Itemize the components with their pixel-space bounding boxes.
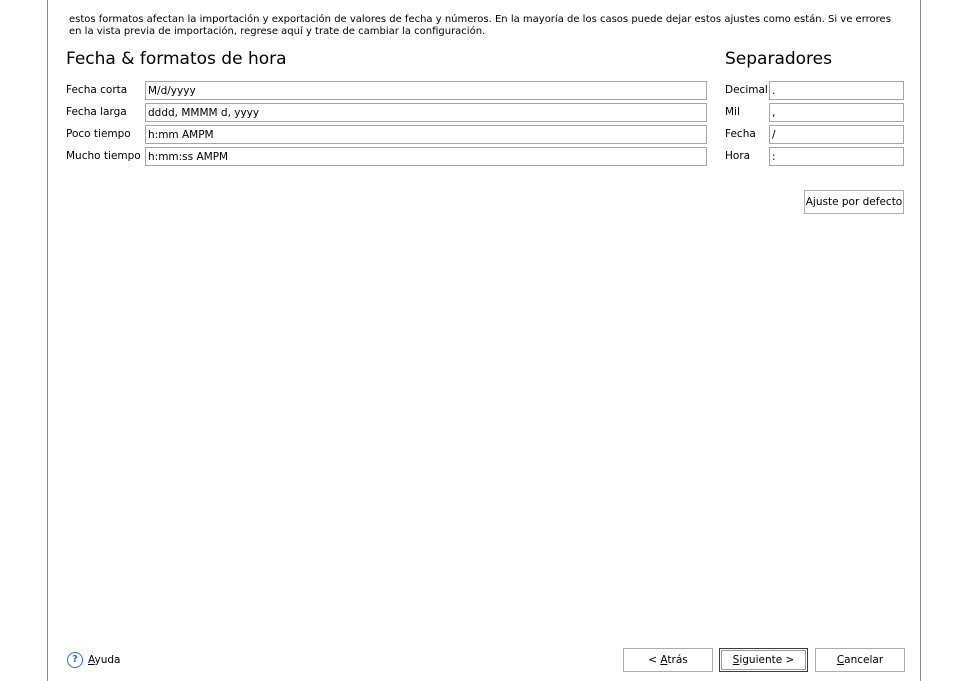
next-label: Siguiente > bbox=[732, 654, 795, 666]
date-formats-title: Fecha & formatos de hora bbox=[66, 49, 287, 69]
decimal-separator-input[interactable] bbox=[769, 81, 904, 100]
short-date-input[interactable] bbox=[145, 81, 707, 100]
decimal-separator-label: Decimal bbox=[725, 84, 768, 96]
short-time-label: Poco tiempo bbox=[66, 128, 131, 140]
separators-title: Separadores bbox=[725, 49, 832, 69]
reset-defaults-button[interactable]: Ajuste por defecto bbox=[804, 190, 904, 214]
help-link[interactable]: ? Ayuda bbox=[67, 651, 120, 669]
short-time-input[interactable] bbox=[145, 125, 707, 144]
date-separator-label: Fecha bbox=[725, 128, 756, 140]
help-circle-icon: ? bbox=[67, 652, 83, 668]
back-label: < Atrás bbox=[648, 654, 688, 666]
intro-text: estos formatos afectan la importación y … bbox=[69, 14, 891, 37]
thousands-separator-input[interactable] bbox=[769, 103, 904, 122]
help-label: Ayuda bbox=[88, 654, 121, 666]
long-date-label: Fecha larga bbox=[66, 106, 127, 118]
long-date-input[interactable] bbox=[145, 103, 707, 122]
cancel-label: Cancelar bbox=[836, 654, 884, 666]
time-separator-label: Hora bbox=[725, 150, 751, 162]
next-button[interactable]: Siguiente > bbox=[719, 648, 808, 672]
back-button[interactable]: < Atrás bbox=[623, 648, 713, 672]
cancel-button[interactable]: Cancelar bbox=[815, 648, 905, 672]
long-time-input[interactable] bbox=[145, 147, 707, 166]
thousands-separator-label: Mil bbox=[725, 106, 740, 118]
long-time-label: Mucho tiempo bbox=[66, 150, 141, 162]
short-date-label: Fecha corta bbox=[66, 84, 128, 96]
time-separator-input[interactable] bbox=[769, 147, 904, 166]
reset-defaults-label: Ajuste por defecto bbox=[805, 196, 903, 208]
wizard-dialog: estos formatos afectan la importación y … bbox=[47, 0, 921, 681]
date-separator-input[interactable] bbox=[769, 125, 904, 144]
